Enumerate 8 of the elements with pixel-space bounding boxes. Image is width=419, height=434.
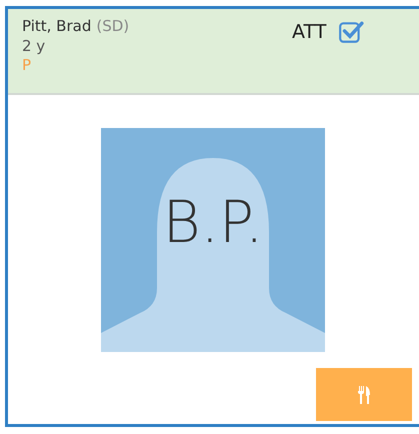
attendance-checkbox[interactable]: [338, 19, 364, 45]
attendance-label: ATT: [292, 21, 326, 43]
child-name: Pitt, Brad: [22, 17, 92, 35]
avatar-initials: B.P.: [162, 188, 264, 256]
child-age: 2 y: [22, 37, 46, 55]
room-code: (SD): [96, 17, 130, 35]
fork-knife-icon: [357, 386, 371, 404]
status-label: P: [22, 56, 32, 74]
